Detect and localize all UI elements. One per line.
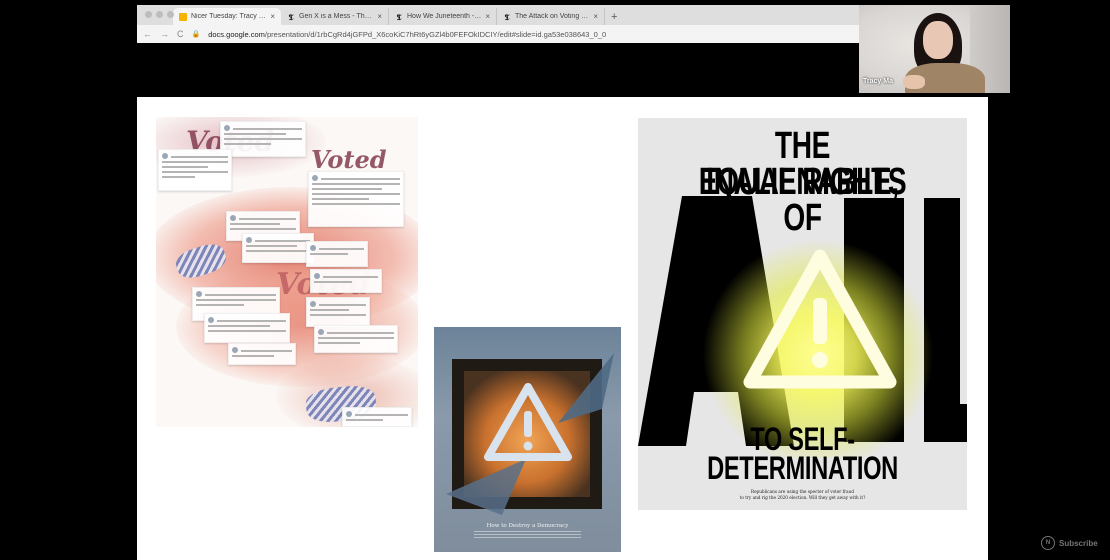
tweet-card [306,297,370,327]
nyt-icon: 𝕿 [504,11,510,22]
tab-label: The Attack on Voting in the 2 [515,13,589,20]
forward-icon[interactable]: → [160,29,169,39]
tweet-card [310,269,382,293]
nyt-icon: 𝕿 [288,11,294,22]
presenter-name: Tracy Ma [863,78,893,85]
tweet-card [220,121,306,157]
slides-icon [179,12,187,21]
tweet-card [242,233,314,263]
tweet-collage-image: Voted Voted Voted [156,117,418,427]
tab-label: How We Juneteenth - The New [407,13,481,20]
presenter-hand [903,75,925,89]
poster-subtitle: Republicans are using the specter of vot… [739,489,866,500]
subscribe-label: Subscribe [1059,538,1098,548]
url-path: /presentation/d/1rbCgRd4jGFPd_X6coKiC7hR… [264,29,607,39]
warning-triangle-icon [743,249,897,389]
minimize-window-button[interactable] [156,11,163,18]
close-tab-icon[interactable]: × [270,12,275,21]
tab-attack-on-voting[interactable]: 𝕿 The Attack on Voting in the 2 × [497,8,605,25]
browser-window: Nicer Tuesday: Tracy Ma Octo × 𝕿 Gen X i… [137,5,861,43]
presentation-slide: Voted Voted Voted [137,97,988,560]
presenter-face [923,21,953,59]
channel-logo-icon: N [1041,536,1055,550]
tweet-card [306,241,368,267]
maximize-window-button[interactable] [167,11,174,18]
tweet-card [342,407,412,427]
lock-icon: 🔒 [191,31,201,38]
tweet-card [314,325,398,353]
reload-icon[interactable]: C [177,29,184,39]
address-bar: ← → C 🔒 docs.google.com/presentation/d/1… [137,25,861,43]
tab-juneteenth[interactable]: 𝕿 How We Juneteenth - The New × [389,8,497,25]
url-field[interactable]: docs.google.com/presentation/d/1rbCgRd4j… [208,30,606,39]
inalienable-rights-poster-image: THE INALIENABLE, EQUAL RIGHTS OF TO SELF… [638,118,967,510]
close-tab-icon[interactable]: × [377,12,382,21]
close-tab-icon[interactable]: × [593,12,598,21]
voted-sticker-text: Voted [311,145,387,174]
close-window-button[interactable] [145,11,152,18]
tab-slides[interactable]: Nicer Tuesday: Tracy Ma Octo × [173,8,281,25]
new-tab-button[interactable]: + [605,8,623,25]
poster-headline: DETERMINATION [707,450,898,486]
poster-subtitle-lines [474,531,581,539]
back-icon[interactable]: ← [143,29,152,39]
webcam-feed: Tracy Ma [859,5,1010,93]
subscribe-watermark[interactable]: N Subscribe [1041,536,1098,550]
nyt-icon: 𝕿 [396,11,402,22]
tab-label: Gen X is a Mess - The New Yo [299,13,373,20]
tweet-card [158,149,232,191]
tweet-card [308,171,404,227]
poster-title: How to Destroy a Democracy [486,523,569,529]
tab-gen-x[interactable]: 𝕿 Gen X is a Mess - The New Yo × [281,8,389,25]
warning-triangle-icon [484,383,572,461]
window-controls [145,11,174,18]
tab-strip: Nicer Tuesday: Tracy Ma Octo × 𝕿 Gen X i… [137,5,861,25]
close-tab-icon[interactable]: × [485,12,490,21]
tab-label: Nicer Tuesday: Tracy Ma Octo [191,13,266,20]
tweet-card [204,313,290,343]
url-host: docs.google.com [208,29,265,39]
tweet-card [228,343,296,365]
democracy-poster-image: How to Destroy a Democracy [434,327,621,552]
screen: Nicer Tuesday: Tracy Ma Octo × 𝕿 Gen X i… [0,0,1110,560]
